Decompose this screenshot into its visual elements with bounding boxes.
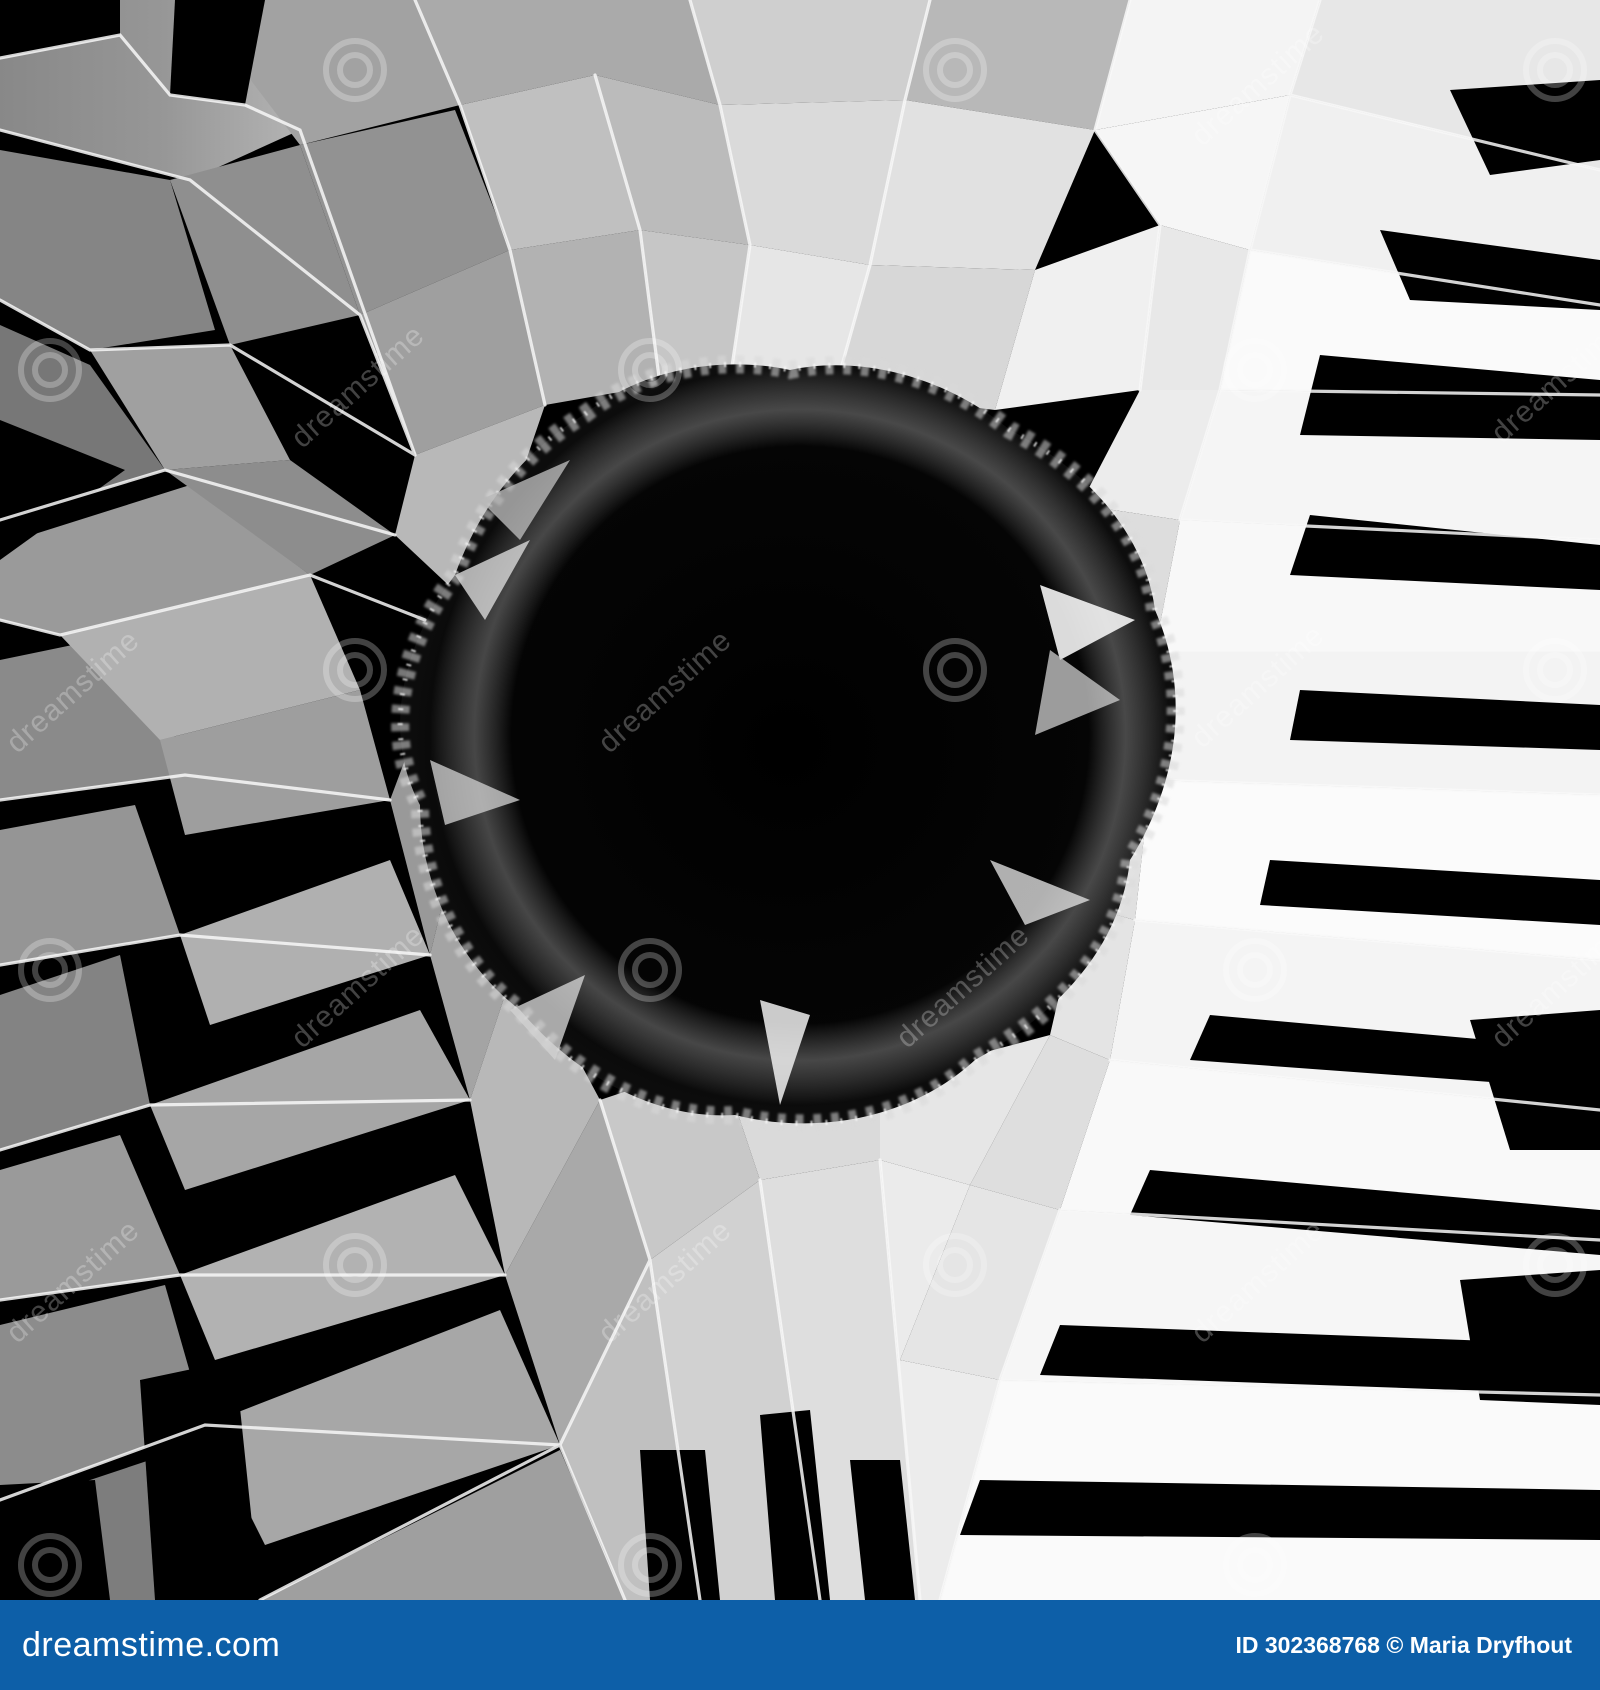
brand-label: dreamstime.com <box>22 1625 281 1664</box>
image-credit: ID 302368768 © Maria Dryfhout <box>1235 1631 1572 1658</box>
image-credit-bar: dreamstime.com ID 302368768 © Maria Dryf… <box>0 1600 1600 1690</box>
impact-hole <box>391 355 1185 1133</box>
shattered-glass-illustration <box>0 0 1600 1600</box>
broken-glass-image: dreamstime dreamstime dreamstime dreamst… <box>0 0 1600 1600</box>
page: dreamstime dreamstime dreamstime dreamst… <box>0 0 1600 1690</box>
